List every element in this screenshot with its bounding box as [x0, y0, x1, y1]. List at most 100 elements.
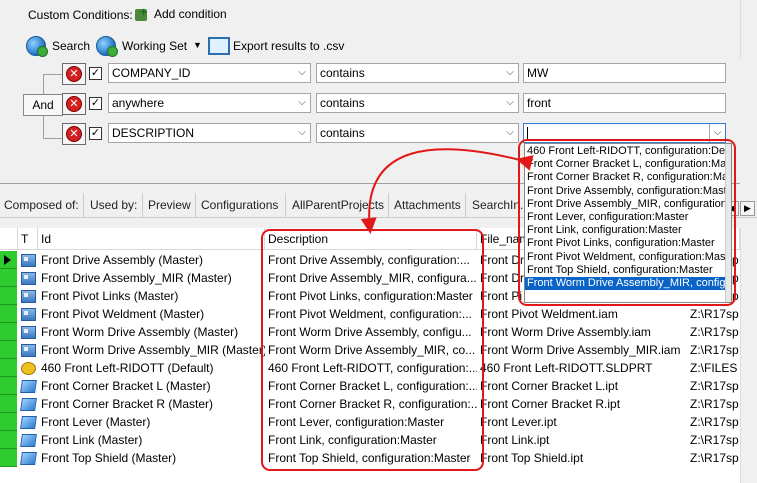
cell-path: Z:\R17sp — [690, 325, 739, 339]
text-caret — [527, 127, 528, 139]
cell-file: Front Corner Bracket R.ipt — [480, 397, 621, 411]
cell-path: Z:\R17sp — [690, 415, 739, 429]
cell-id: Front Top Shield (Master) — [41, 451, 177, 465]
part-icon — [20, 452, 37, 465]
operator-select-value: contains — [320, 66, 365, 80]
chevron-down-icon: ⌵ — [506, 67, 514, 78]
solidworks-icon — [21, 362, 36, 375]
grid-vertical-scrollbar[interactable] — [740, 228, 757, 483]
cell-id: Front Link (Master) — [41, 433, 143, 447]
dropdown-highlight-callout — [518, 139, 736, 306]
chevron-down-icon: ⌵ — [506, 127, 514, 138]
assembly-icon — [21, 344, 36, 357]
tab-configurations[interactable]: Configurations — [197, 193, 286, 217]
field-select[interactable]: DESCRIPTION ⌵ — [108, 123, 311, 143]
cell-id: Front Pivot Links (Master) — [41, 289, 179, 303]
operator-select[interactable]: contains ⌵ — [316, 63, 519, 83]
cell-id: Front Drive Assembly (Master) — [41, 253, 204, 267]
cell-id: Front Worm Drive Assembly (Master) — [41, 325, 239, 339]
tab-attachments[interactable]: Attachments — [390, 193, 466, 217]
row-status-gutter — [0, 269, 17, 287]
tree-line — [43, 138, 63, 139]
tab-scroll-right-icon[interactable]: ▶ — [740, 201, 755, 216]
part-icon — [20, 434, 37, 447]
tab-all-parent-projects[interactable]: AllParentProjects — [288, 193, 389, 217]
assembly-icon — [21, 326, 36, 339]
export-csv-button[interactable]: Export results to .csv — [208, 36, 348, 58]
cell-path: Z:\R17sp — [690, 379, 739, 393]
assembly-icon — [21, 290, 36, 303]
cell-file: Front Top Shield.ipt — [480, 451, 584, 465]
cell-id: Front Drive Assembly_MIR (Master) — [41, 271, 232, 285]
search-button[interactable]: Search — [26, 36, 90, 58]
condition-enabled-checkbox[interactable]: ✓ — [89, 97, 102, 110]
chevron-down-icon: ⌵ — [298, 127, 306, 138]
assembly-icon — [21, 254, 36, 267]
cell-file: Front Pivot Weldment.iam — [480, 307, 618, 321]
cell-file: Front Worm Drive Assembly.iam — [480, 325, 651, 339]
cell-path: Z:\R17sp — [690, 343, 739, 357]
remove-condition-icon[interactable]: ✕ — [66, 126, 82, 142]
row-status-gutter — [0, 449, 17, 467]
add-condition-label: Add condition — [154, 7, 227, 21]
working-set-globe-icon — [96, 36, 118, 57]
and-operator-button[interactable]: And — [23, 94, 63, 116]
add-condition-button[interactable]: + Add condition — [134, 5, 244, 23]
search-globe-icon — [26, 36, 48, 57]
tab-preview[interactable]: Preview — [144, 193, 196, 217]
field-select[interactable]: COMPANY_ID ⌵ — [108, 63, 311, 83]
cell-file: Front Lever.ipt — [480, 415, 557, 429]
tree-line — [43, 74, 44, 94]
operator-select-value: contains — [320, 126, 365, 140]
add-condition-icon: + — [134, 6, 150, 22]
value-input[interactable]: MW — [523, 63, 726, 83]
tree-line — [43, 74, 63, 75]
row-status-gutter — [0, 395, 17, 413]
working-set-label: Working Set — [122, 39, 188, 53]
condition-enabled-checkbox[interactable]: ✓ — [89, 67, 102, 80]
tab-used-by[interactable]: Used by: — [86, 193, 143, 217]
cell-path: Z:\R17sp — [690, 433, 739, 447]
operator-select[interactable]: contains ⌵ — [316, 123, 519, 143]
row-status-gutter — [0, 359, 17, 377]
cell-path: Z:\FILES — [690, 361, 738, 375]
column-header-id[interactable]: Id — [38, 228, 265, 250]
cell-path: Z:\R17sp — [690, 307, 739, 321]
row-status-gutter — [0, 287, 17, 305]
remove-condition-icon[interactable]: ✕ — [66, 66, 82, 82]
tab-composed-of[interactable]: Composed of: — [0, 193, 84, 217]
header-gutter — [0, 228, 18, 250]
field-select-value: anywhere — [112, 96, 165, 110]
tree-line — [43, 116, 44, 138]
cell-path: Z:\R17sp — [690, 397, 739, 411]
column-header-type[interactable]: T — [18, 228, 38, 250]
field-select-value: COMPANY_ID — [112, 66, 191, 80]
part-icon — [20, 380, 37, 393]
remove-condition-icon[interactable]: ✕ — [66, 96, 82, 112]
working-set-button[interactable]: Working Set ▼ — [96, 36, 204, 58]
chevron-down-icon: ⌵ — [298, 97, 306, 108]
panel-scrollbar[interactable] — [740, 0, 757, 58]
chevron-down-icon: ⌵ — [506, 97, 514, 108]
field-select[interactable]: anywhere ⌵ — [108, 93, 311, 113]
cell-file: Front Worm Drive Assembly_MIR.iam — [480, 343, 681, 357]
assembly-icon — [21, 308, 36, 321]
value-input[interactable]: front — [523, 93, 726, 113]
cell-path: Z:\R17sp — [690, 451, 739, 465]
cell-id: Front Pivot Weldment (Master) — [41, 307, 205, 321]
row-status-gutter — [0, 323, 17, 341]
operator-select[interactable]: contains ⌵ — [316, 93, 519, 113]
cell-file: 460 Front Left-RIDOTT.SLDPRT — [480, 361, 653, 375]
export-icon — [208, 37, 230, 55]
cell-id: Front Lever (Master) — [41, 415, 151, 429]
cell-id: Front Corner Bracket R (Master) — [41, 397, 214, 411]
cell-id: Front Corner Bracket L (Master) — [41, 379, 211, 393]
condition-enabled-checkbox[interactable]: ✓ — [89, 127, 102, 140]
custom-conditions-label: Custom Conditions: — [28, 8, 133, 22]
row-status-gutter — [0, 341, 17, 359]
row-status-gutter — [0, 413, 17, 431]
cell-id: Front Worm Drive Assembly_MIR (Master) — [41, 343, 265, 357]
current-row-pointer-icon — [4, 255, 11, 265]
field-select-value: DESCRIPTION — [112, 126, 195, 140]
row-status-gutter — [0, 377, 17, 395]
